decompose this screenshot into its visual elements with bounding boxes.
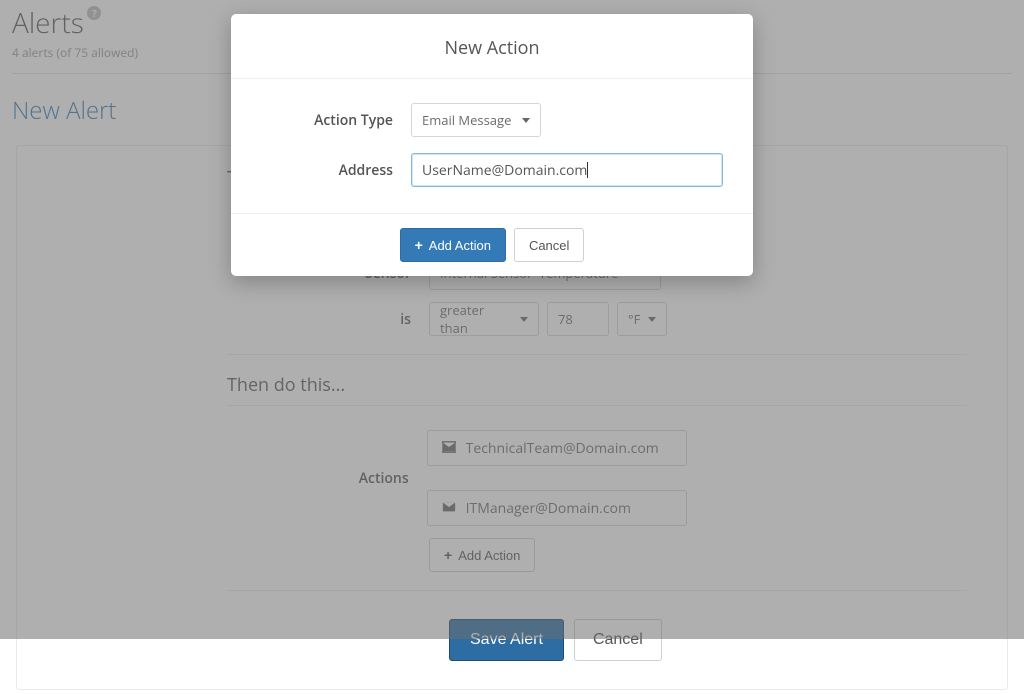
modal-cancel-label: Cancel [529, 238, 569, 253]
modal-add-action-button[interactable]: + Add Action [400, 228, 506, 262]
text-cursor [587, 162, 588, 178]
address-value: UserName@Domain.com [422, 161, 587, 180]
plus-icon: + [415, 237, 423, 253]
modal-title: New Action [231, 14, 753, 79]
new-action-modal: New Action Action Type Email Message Add… [231, 14, 753, 276]
address-input[interactable]: UserName@Domain.com [411, 153, 723, 187]
action-type-label: Action Type [261, 111, 411, 130]
action-type-value: Email Message [422, 111, 511, 129]
modal-add-action-label: Add Action [429, 238, 491, 253]
chevron-down-icon [522, 118, 530, 123]
modal-cancel-button[interactable]: Cancel [514, 228, 584, 262]
address-label: Address [261, 161, 411, 180]
action-type-select[interactable]: Email Message [411, 103, 541, 137]
